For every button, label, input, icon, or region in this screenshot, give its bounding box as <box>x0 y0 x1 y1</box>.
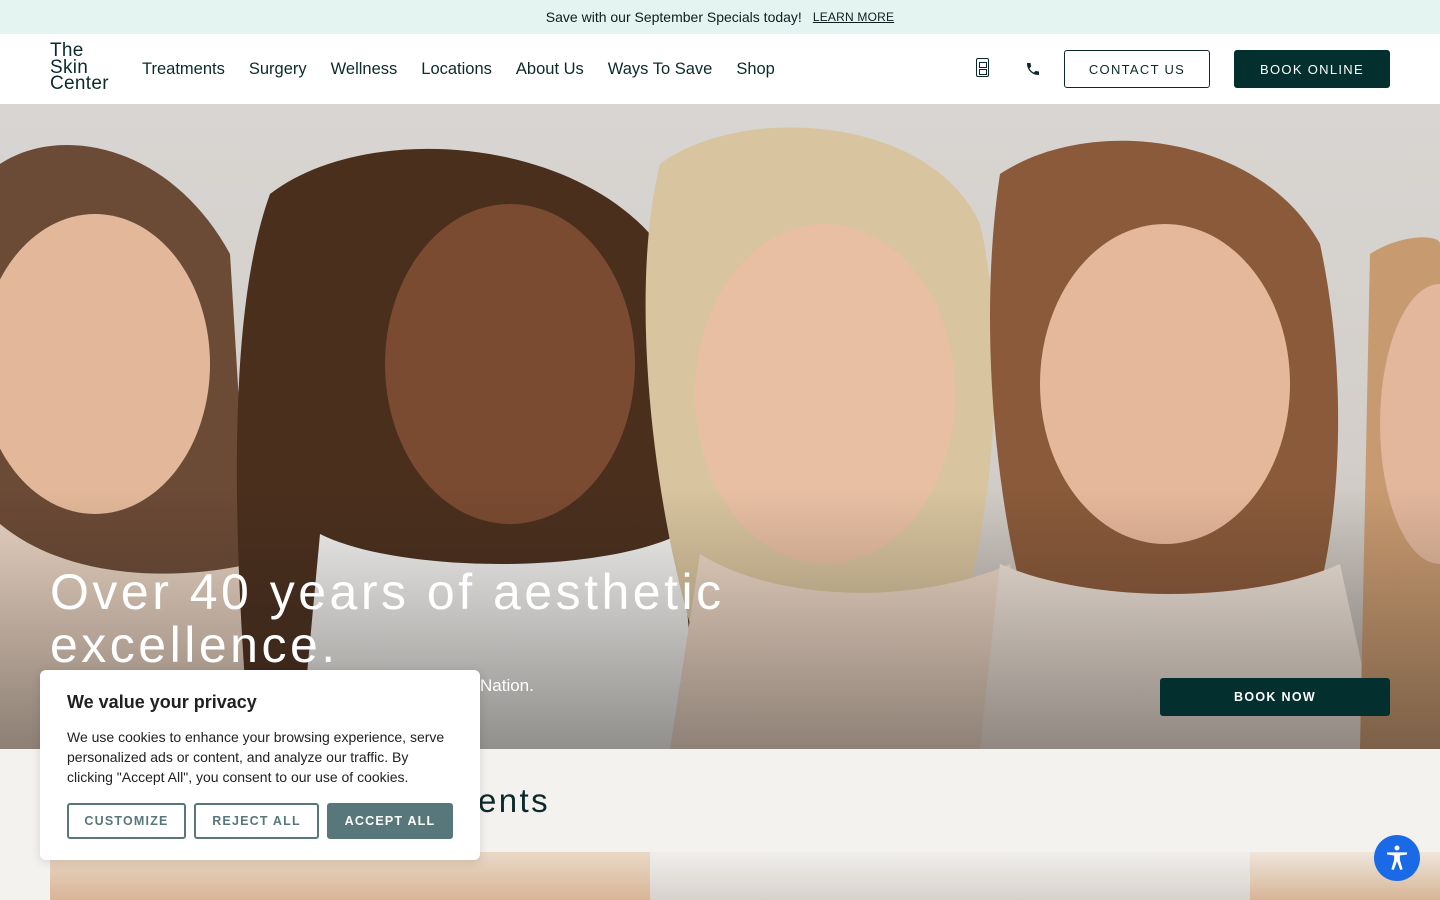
treatment-card[interactable] <box>650 852 1250 900</box>
nav-item-about-us[interactable]: About Us <box>516 60 584 79</box>
book-online-button[interactable]: BOOK ONLINE <box>1234 50 1390 88</box>
contact-us-button[interactable]: CONTACT US <box>1064 50 1210 88</box>
book-now-button[interactable]: BOOK NOW <box>1160 678 1390 716</box>
cookie-title: We value your privacy <box>67 692 257 712</box>
site-header: The Skin Center Treatments Surgery Welln… <box>0 34 1440 104</box>
nav-item-wellness[interactable]: Wellness <box>331 60 398 79</box>
nav-item-surgery[interactable]: Surgery <box>249 60 307 79</box>
accessibility-button[interactable] <box>1374 835 1420 881</box>
promo-learn-more-link[interactable]: LEARN MORE <box>813 10 894 24</box>
qr-code-icon[interactable] <box>976 58 989 77</box>
nav-item-treatments[interactable]: Treatments <box>142 60 225 79</box>
nav-item-shop[interactable]: Shop <box>736 60 775 79</box>
hero-subtitle-text: Nation. <box>480 676 534 695</box>
cookie-buttons: CUSTOMIZE REJECT ALL ACCEPT ALL <box>67 803 453 839</box>
main-nav: Treatments Surgery Wellness Locations Ab… <box>142 34 775 104</box>
accessibility-icon <box>1387 845 1407 870</box>
reject-all-button[interactable]: REJECT ALL <box>194 803 319 839</box>
section-title-text: ents <box>478 782 550 819</box>
cookie-consent-dialog: We value your privacy We use cookies to … <box>40 670 480 860</box>
promo-text: Save with our September Specials today! <box>545 9 802 25</box>
cookie-body: We use cookies to enhance your browsing … <box>67 729 445 785</box>
site-logo[interactable]: The Skin Center <box>50 41 109 94</box>
hero-banner: Over 40 years of aesthetic excellence. N… <box>0 104 1440 749</box>
phone-icon[interactable] <box>1025 61 1041 77</box>
nav-item-ways-to-save[interactable]: Ways To Save <box>608 60 713 79</box>
nav-item-locations[interactable]: Locations <box>421 60 492 79</box>
accept-all-button[interactable]: ACCEPT ALL <box>327 803 453 839</box>
logo-line: Center <box>50 73 109 94</box>
promo-bar: Save with our September Specials today! … <box>0 0 1440 34</box>
customize-button[interactable]: CUSTOMIZE <box>67 803 186 839</box>
hero-title: Over 40 years of aesthetic excellence. <box>50 564 725 673</box>
